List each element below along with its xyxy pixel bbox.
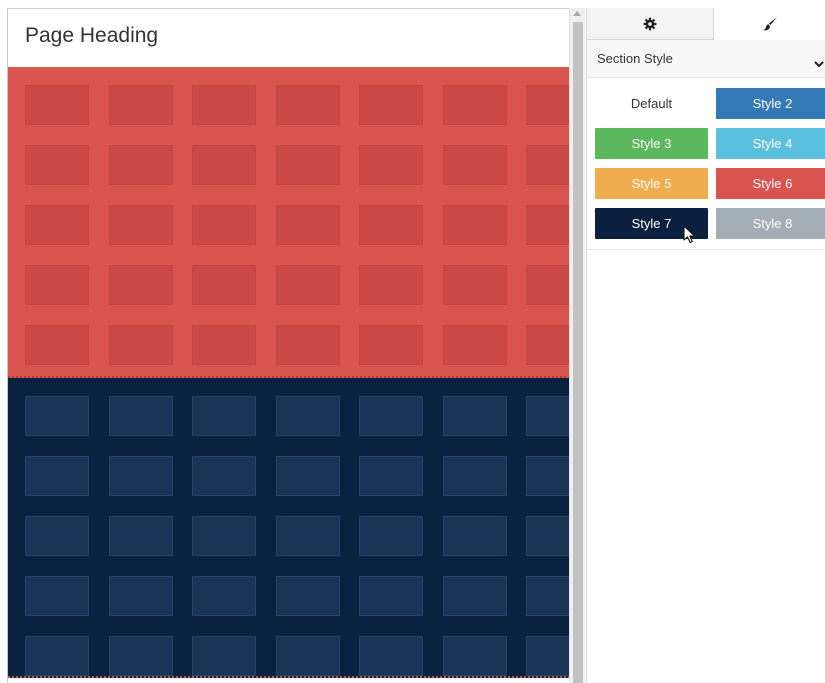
placeholder-block: [25, 396, 89, 436]
placeholder-block: [25, 325, 89, 365]
mouse-pointer-icon: [683, 225, 697, 250]
red-section-grid: [25, 85, 569, 365]
placeholder-block: [275, 456, 340, 496]
placeholder-block: [359, 85, 423, 125]
placeholder-block: [192, 576, 256, 616]
style-3-button[interactable]: Style 3: [595, 128, 708, 159]
placeholder-block: [25, 576, 89, 616]
style-2-button[interactable]: Style 2: [716, 88, 825, 119]
placeholder-block: [192, 265, 256, 305]
placeholder-block: [526, 145, 569, 185]
placeholder-block: [359, 205, 423, 245]
gear-icon: [643, 17, 657, 31]
placeholder-block: [442, 456, 507, 496]
placeholder-block: [108, 456, 173, 496]
scroll-up-arrow-icon[interactable]: [573, 11, 581, 16]
canvas-scrollbar[interactable]: [569, 8, 585, 683]
paintbrush-icon: [762, 16, 778, 32]
style-options: Default Style 2 Style 3 Style 4 Style 5 …: [587, 78, 825, 250]
editor-canvas: Page Heading: [7, 8, 569, 683]
placeholder-block: [275, 576, 340, 616]
placeholder-block: [275, 396, 340, 436]
placeholder-block: [108, 145, 173, 185]
placeholder-block: [526, 265, 569, 305]
placeholder-block: [526, 456, 569, 496]
placeholder-block: [108, 396, 173, 436]
placeholder-block: [25, 85, 89, 125]
placeholder-block: [442, 636, 507, 676]
placeholder-block: [25, 205, 89, 245]
placeholder-block: [192, 325, 256, 365]
placeholder-block: [25, 636, 89, 676]
style-5-button[interactable]: Style 5: [595, 168, 708, 199]
navy-section[interactable]: [8, 378, 569, 678]
placeholder-block: [108, 576, 173, 616]
placeholder-block: [108, 85, 173, 125]
placeholder-block: [25, 265, 89, 305]
section-style-dropdown[interactable]: Section Style: [587, 40, 825, 78]
placeholder-block: [25, 516, 89, 556]
placeholder-block: [108, 205, 173, 245]
placeholder-block: [359, 456, 423, 496]
placeholder-block: [275, 265, 340, 305]
placeholder-block: [359, 265, 423, 305]
placeholder-block: [442, 145, 507, 185]
placeholder-block: [526, 325, 569, 365]
placeholder-block: [359, 325, 423, 365]
placeholder-block: [275, 145, 340, 185]
tab-style[interactable]: [714, 8, 825, 40]
placeholder-block: [192, 516, 256, 556]
placeholder-block: [359, 636, 423, 676]
placeholder-block: [359, 145, 423, 185]
placeholder-block: [192, 85, 256, 125]
navy-section-grid: [25, 396, 569, 676]
tab-settings[interactable]: [587, 8, 714, 40]
placeholder-block: [442, 325, 507, 365]
style-8-button[interactable]: Style 8: [716, 208, 825, 239]
placeholder-block: [192, 205, 256, 245]
placeholder-block: [192, 396, 256, 436]
placeholder-block: [108, 265, 173, 305]
placeholder-block: [192, 636, 256, 676]
placeholder-block: [25, 456, 89, 496]
placeholder-block: [275, 325, 340, 365]
properties-panel: Section Style Default Style 2 Style 3 St…: [586, 8, 825, 683]
page-heading[interactable]: Page Heading: [25, 24, 158, 48]
placeholder-block: [275, 85, 340, 125]
placeholder-block: [442, 265, 507, 305]
scrollbar-thumb[interactable]: [573, 22, 583, 683]
section-style-label: Section Style: [597, 51, 673, 66]
placeholder-block: [526, 516, 569, 556]
placeholder-block: [442, 396, 507, 436]
style-default-button[interactable]: Default: [595, 88, 708, 119]
placeholder-block: [442, 576, 507, 616]
placeholder-block: [275, 516, 340, 556]
placeholder-block: [108, 516, 173, 556]
placeholder-block: [442, 85, 507, 125]
placeholder-block: [108, 325, 173, 365]
placeholder-block: [442, 516, 507, 556]
placeholder-block: [275, 636, 340, 676]
placeholder-block: [526, 205, 569, 245]
placeholder-block: [359, 576, 423, 616]
style-4-button[interactable]: Style 4: [716, 128, 825, 159]
placeholder-block: [359, 396, 423, 436]
panel-tabs: [587, 8, 825, 40]
chevron-down-icon: [814, 55, 824, 73]
placeholder-block: [526, 85, 569, 125]
placeholder-block: [526, 396, 569, 436]
placeholder-block: [275, 205, 340, 245]
placeholder-block: [192, 145, 256, 185]
placeholder-block: [526, 576, 569, 616]
placeholder-block: [359, 516, 423, 556]
placeholder-block: [25, 145, 89, 185]
placeholder-block: [442, 205, 507, 245]
red-section[interactable]: [8, 67, 569, 378]
style-6-button[interactable]: Style 6: [716, 168, 825, 199]
placeholder-block: [526, 636, 569, 676]
placeholder-block: [192, 456, 256, 496]
placeholder-block: [108, 636, 173, 676]
